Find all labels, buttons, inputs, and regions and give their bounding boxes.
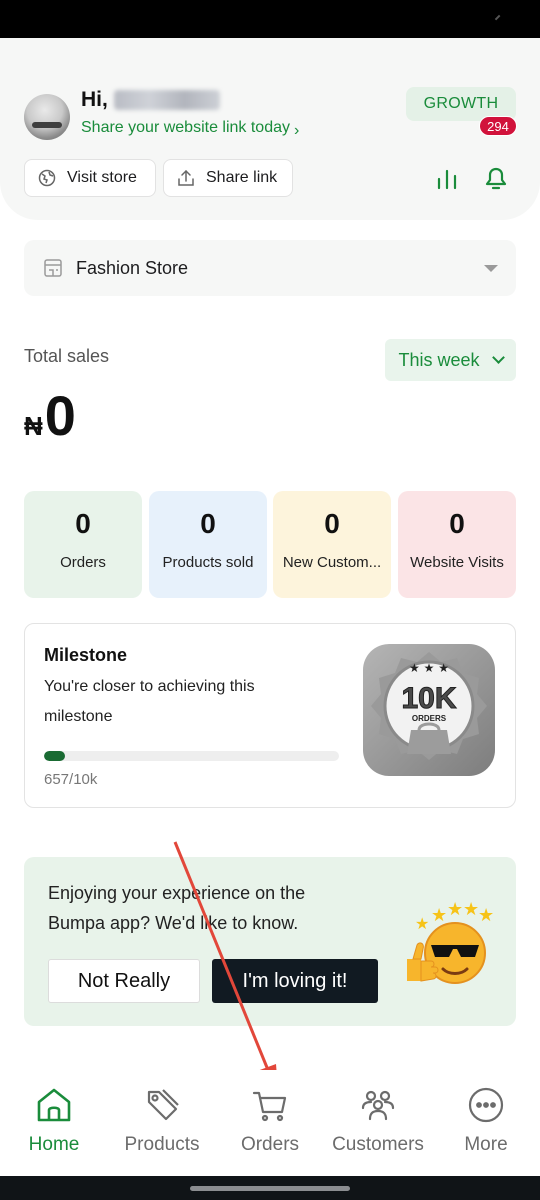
metric-orders[interactable]: 0 Orders (24, 491, 142, 598)
metric-label: Website Visits (410, 554, 504, 571)
metric-website-visits[interactable]: 0 Website Visits (398, 491, 516, 598)
store-globe-icon (37, 168, 57, 188)
store-name: Fashion Store (76, 257, 189, 278)
sales-amount: 0 (44, 384, 76, 447)
home-icon (33, 1084, 75, 1126)
customers-icon (357, 1084, 399, 1126)
milestone-progress-fill (44, 751, 65, 761)
not-really-button[interactable]: Not Really (48, 959, 200, 1003)
period-label: This week (398, 349, 480, 370)
milestone-10k-badge-icon: ★ ★ ★ 10K ORDERS (363, 644, 495, 776)
metric-label: Orders (60, 554, 106, 571)
dropdown-caret-icon (484, 264, 498, 272)
tag-icon (141, 1084, 183, 1126)
milestone-card[interactable]: Milestone You're closer to achieving thi… (24, 623, 516, 808)
badge-main-text: 10K (401, 682, 456, 715)
milestone-progress-text: 657/10k (44, 771, 98, 788)
share-upload-icon (176, 168, 196, 188)
currency-symbol: ₦ (24, 411, 43, 441)
metric-value: 0 (324, 508, 340, 539)
loving-it-button[interactable]: I'm loving it! (212, 959, 378, 1003)
tab-label: Customers (332, 1134, 424, 1155)
feedback-question: Enjoying your experience on the Bumpa ap… (48, 883, 306, 933)
blurred-user-name (113, 90, 220, 110)
header: Hi, Share your website link today › GROWT… (0, 38, 540, 220)
analytics-chart-icon[interactable] (434, 166, 460, 190)
tab-products[interactable]: Products (108, 1084, 216, 1164)
visit-store-label: Visit store (67, 169, 137, 186)
chevron-down-icon (491, 351, 505, 364)
share-hint-text: Share your website link today (81, 119, 290, 136)
svg-text:★: ★ (447, 899, 463, 920)
tab-more[interactable]: More (432, 1084, 540, 1164)
chevron-right-icon: › (294, 122, 300, 139)
tab-orders[interactable]: Orders (216, 1084, 324, 1164)
bottom-tab-bar: Home Products Orders Customers More (0, 1070, 540, 1176)
metric-label: New Custom... (282, 554, 382, 571)
svg-text:★ ★ ★: ★ ★ ★ (409, 661, 449, 675)
metric-label: Products sold (162, 554, 254, 571)
milestone-progress-bar (44, 751, 339, 761)
share-link-label: Share link (206, 169, 278, 186)
svg-text:★: ★ (478, 905, 494, 926)
status-indicator-icon (494, 14, 504, 24)
tab-label: Home (28, 1134, 80, 1155)
status-bar (0, 0, 540, 38)
more-icon (465, 1084, 507, 1126)
metric-value: 0 (200, 508, 216, 539)
cool-emoji-thumbs-up-icon: ★ ★ ★ ★ ★ (407, 899, 494, 984)
store-selector[interactable]: Fashion Store (24, 240, 516, 296)
metric-value: 0 (75, 508, 91, 539)
home-gesture-handle[interactable] (190, 1186, 350, 1191)
period-selector[interactable]: This week (385, 339, 516, 381)
notification-count-badge: 294 (479, 116, 517, 136)
system-nav-bar (0, 1176, 540, 1200)
metric-value: 0 (449, 508, 465, 539)
milestone-title: Milestone (44, 645, 128, 665)
tab-home[interactable]: Home (0, 1084, 108, 1164)
metric-new-customers[interactable]: 0 New Custom... (273, 491, 391, 598)
tab-label: Products (124, 1134, 200, 1155)
svg-text:★: ★ (415, 914, 429, 933)
tab-label: Orders (240, 1134, 300, 1155)
milestone-description: You're closer to achieving this mileston… (44, 678, 255, 725)
share-website-link[interactable]: Share your website link today › (81, 119, 300, 139)
svg-text:★: ★ (463, 899, 479, 920)
svg-text:★: ★ (431, 905, 447, 926)
feedback-card: Enjoying your experience on the Bumpa ap… (24, 857, 516, 1026)
badge-sub-text: ORDERS (412, 714, 447, 723)
total-sales-value: ₦ 0 (24, 388, 76, 444)
notifications-bell-icon[interactable] (479, 164, 513, 192)
tab-customers[interactable]: Customers (324, 1084, 432, 1164)
share-link-button[interactable]: Share link (163, 159, 293, 197)
cart-icon (249, 1084, 291, 1126)
greeting-text: Hi, (81, 88, 108, 111)
metric-products-sold[interactable]: 0 Products sold (149, 491, 267, 598)
avatar[interactable] (24, 94, 70, 140)
tab-label: More (464, 1134, 508, 1155)
total-sales-label: Total sales (24, 346, 110, 366)
visit-store-button[interactable]: Visit store (24, 159, 156, 197)
storefront-icon (42, 257, 64, 279)
greeting: Hi, (81, 88, 220, 112)
